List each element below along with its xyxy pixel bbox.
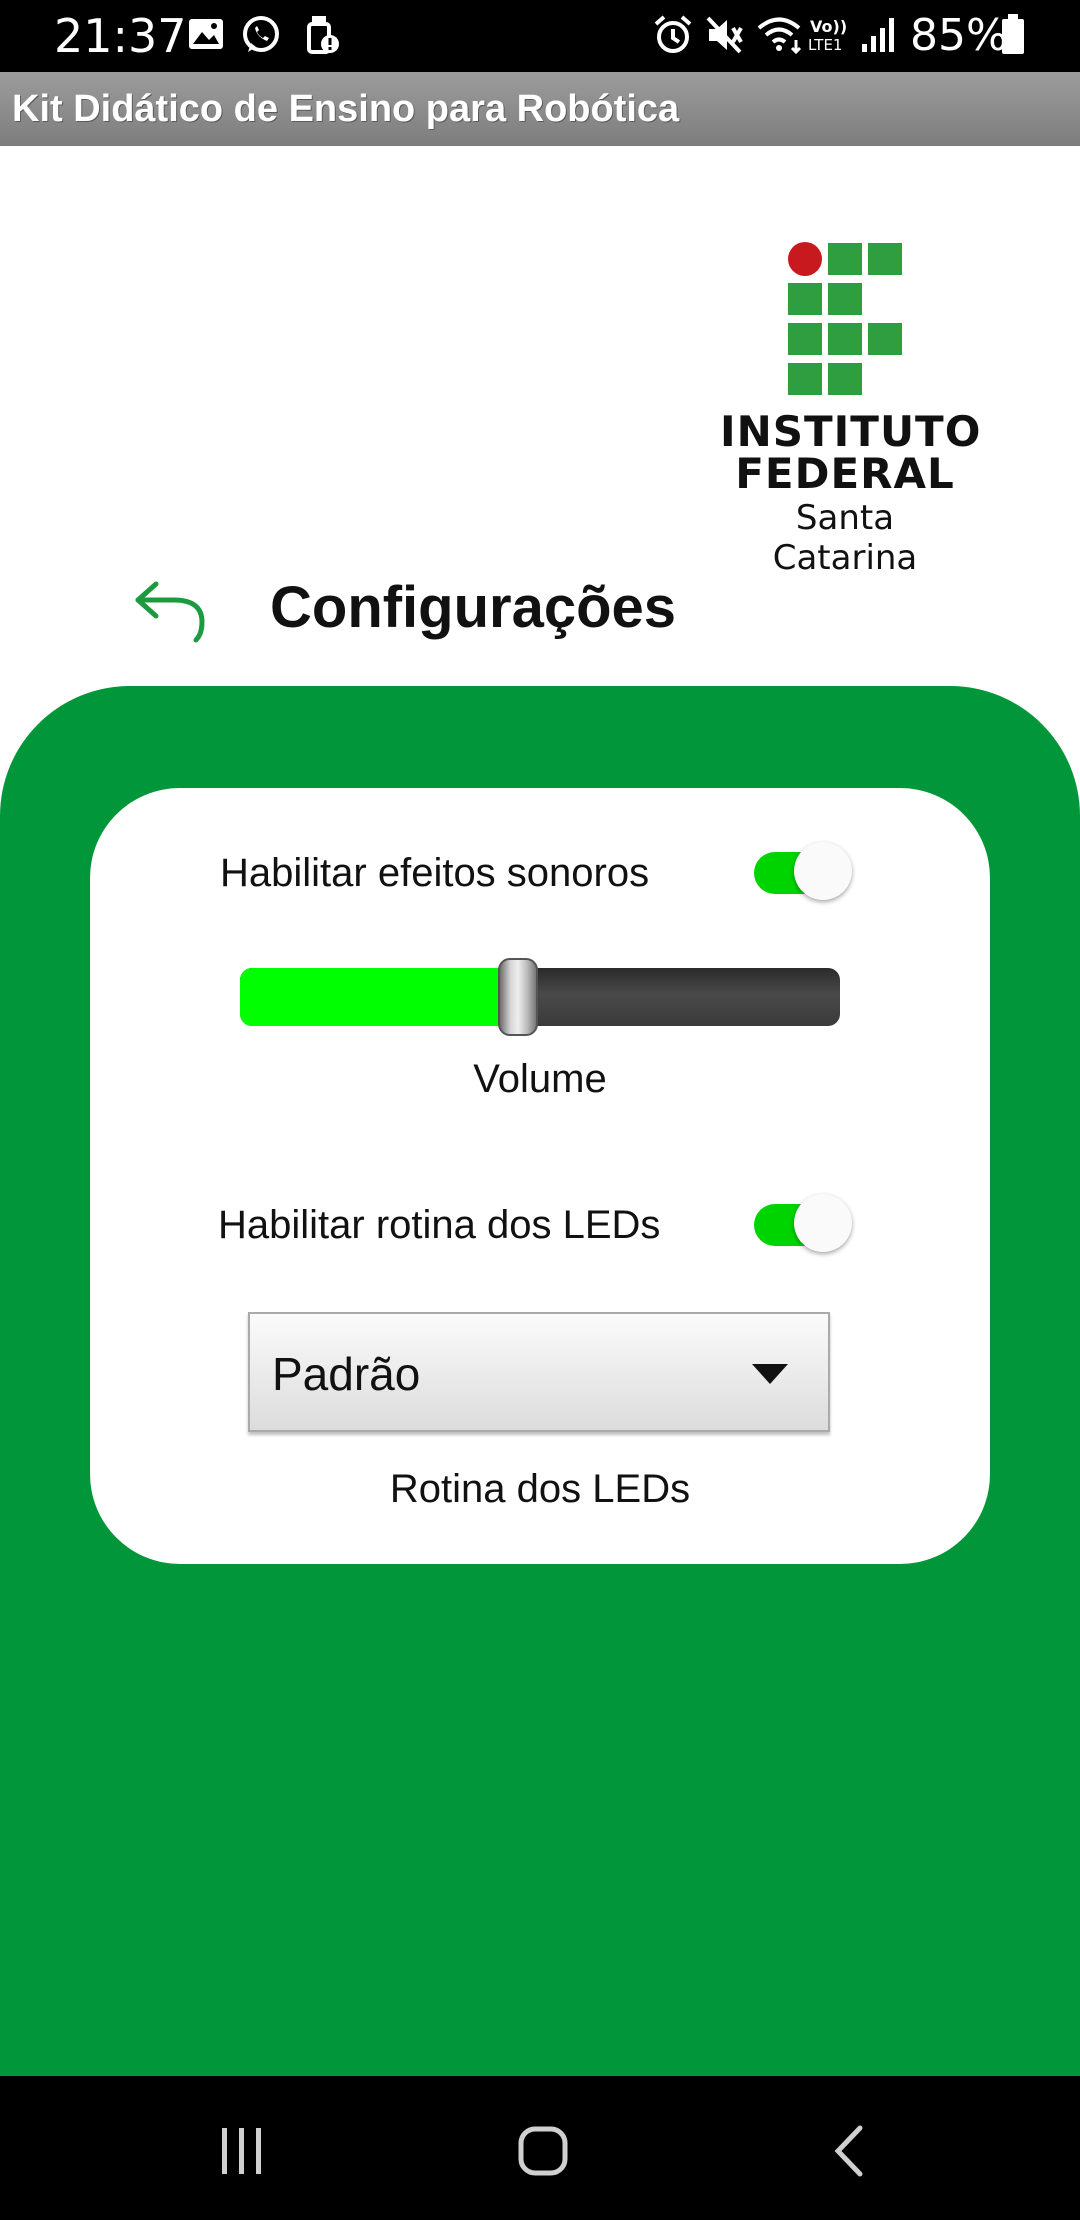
app-title-bar: Kit Didático de Ensino para Robótica [0,72,1080,146]
status-time: 21:37 [54,9,187,63]
page-title: Configurações [270,575,677,640]
svg-text:Vo)): Vo)) [810,17,847,36]
recent-apps-icon [222,2128,261,2174]
app-title: Kit Didático de Ensino para Robótica [12,88,680,130]
logo-text-federal: FEDERAL [735,449,955,498]
back-icon [834,2125,863,2177]
logo-text-instituto: INSTITUTO [720,407,982,456]
volume-slider[interactable] [240,958,840,1036]
undo-arrow-icon [135,581,205,643]
led-routine-caption: Rotina dos LEDs [389,1467,691,1511]
wifi-icon [756,14,806,61]
sound-effects-toggle[interactable] [752,838,852,900]
led-routine-toggle[interactable] [752,1190,852,1252]
signal-icon [858,14,898,61]
back-button[interactable] [130,578,210,648]
nav-back-button[interactable] [808,2116,888,2186]
led-routine-label: Habilitar rotina dos LEDs [218,1203,661,1247]
slider-handle[interactable] [498,958,538,1036]
whatsapp-icon [240,14,282,61]
caret-down-icon [752,1364,788,1384]
logo-text-santa-catarina: Santa Catarina [772,498,918,578]
image-icon [186,14,226,59]
dropdown-selected-value: Padrão [272,1348,421,1400]
volume-caption: Volume [473,1057,607,1101]
slider-fill [240,968,510,1026]
sound-effects-label: Habilitar efeitos sonoros [220,851,650,895]
mute-icon [704,14,746,61]
ifsc-logo: INSTITUTO FEDERAL Santa Catarina [720,238,982,578]
battery-percent: 85% [910,10,1008,61]
status-bar: 21:37 Vo)) LTE1 85% [0,0,1080,72]
alarm-icon [652,14,694,61]
toggle-thumb [794,1194,852,1252]
slider-track [240,968,840,1026]
usb-alert-icon [306,14,340,61]
battery-icon [1000,14,1026,61]
home-icon [518,2126,568,2176]
home-button[interactable] [503,2116,583,2186]
led-routine-dropdown[interactable]: Padrão [248,1312,830,1432]
volte-icon: Vo)) LTE1 [808,16,856,59]
settings-card [90,788,990,1564]
svg-text:LTE1: LTE1 [808,36,842,54]
system-nav-bar [0,2076,1080,2220]
recent-apps-button[interactable] [202,2116,282,2186]
ifsc-logo-mark [788,242,902,395]
toggle-thumb [794,842,852,900]
